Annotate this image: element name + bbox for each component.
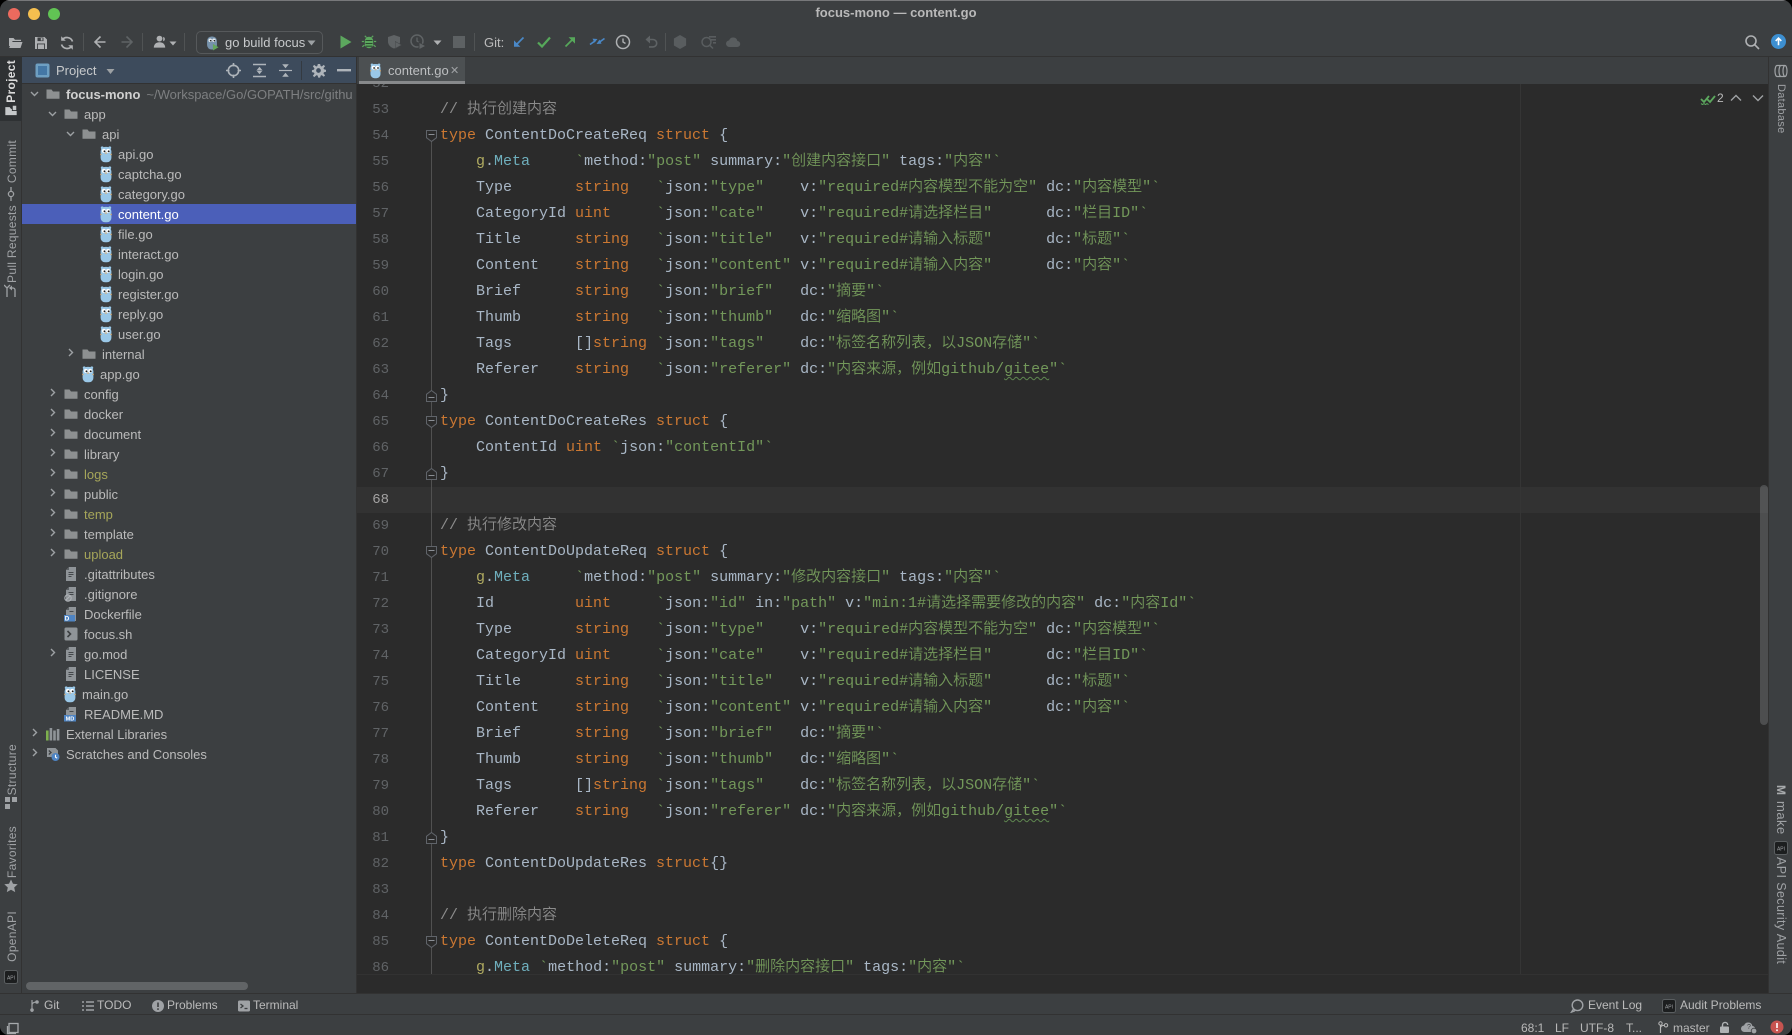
svg-text:API: API bbox=[1665, 1005, 1673, 1011]
svg-text:D: D bbox=[65, 616, 70, 622]
svg-text:API: API bbox=[1777, 847, 1785, 853]
svg-text:?: ? bbox=[1747, 1024, 1751, 1031]
svg-text:MD: MD bbox=[66, 716, 75, 722]
svg-text:API: API bbox=[7, 976, 15, 982]
